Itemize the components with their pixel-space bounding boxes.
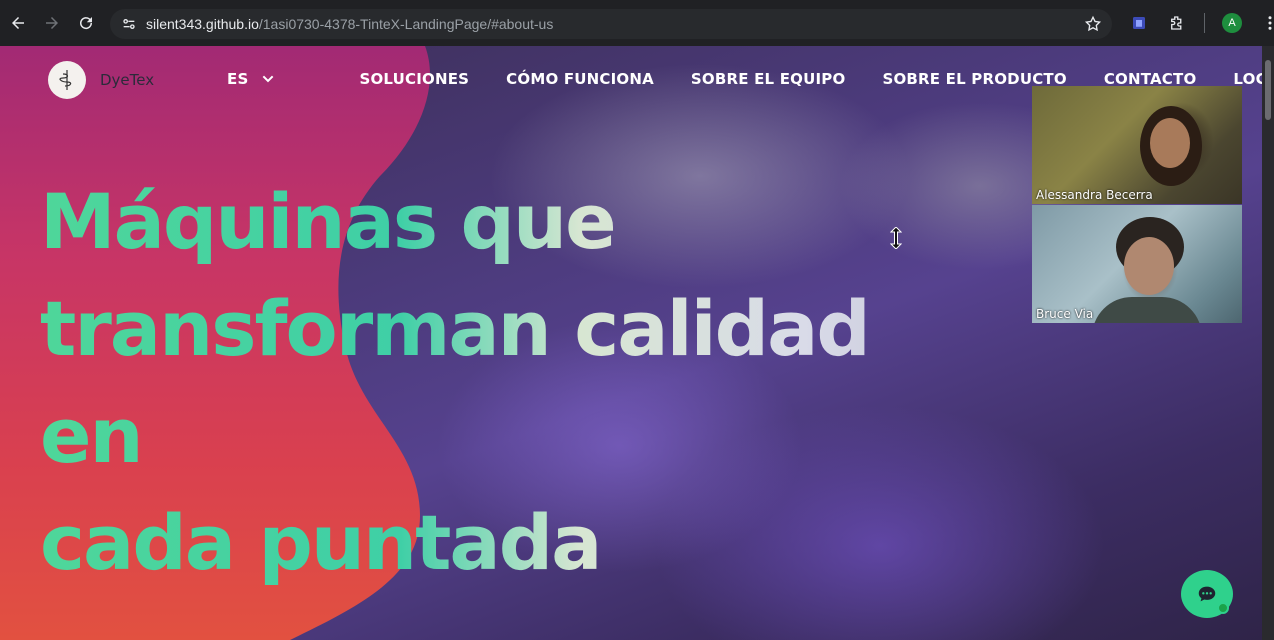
browser-toolbar: silent343.github.io/1asi0730-4378-TinteX…	[0, 0, 1274, 46]
hero-line-1: Máquinas que	[40, 177, 615, 266]
chat-button[interactable]	[1181, 570, 1233, 618]
participant-face	[1124, 237, 1174, 295]
video-tile-participant-2[interactable]: Bruce Via	[1032, 205, 1242, 323]
online-indicator	[1217, 602, 1229, 614]
resize-cursor-icon	[890, 227, 902, 249]
forward-icon[interactable]	[35, 6, 69, 40]
puzzle-icon[interactable]	[1162, 8, 1192, 38]
address-bar[interactable]: silent343.github.io/1asi0730-4378-TinteX…	[110, 9, 1112, 39]
brand-name: DyeTex	[100, 71, 155, 89]
profile-initial: A	[1222, 13, 1242, 33]
scrollbar-thumb[interactable]	[1265, 60, 1271, 120]
url-text: silent343.github.io/1asi0730-4378-TinteX…	[146, 16, 553, 32]
nav-sobre-el-equipo[interactable]: SOBRE EL EQUIPO	[691, 70, 846, 88]
video-tile-participant-1[interactable]: Alessandra Becerra	[1032, 86, 1242, 204]
language-selector[interactable]: ES	[227, 70, 276, 88]
menu-kebab-icon[interactable]	[1255, 8, 1274, 38]
nav-como-funciona[interactable]: CÓMO FUNCIONA	[506, 70, 654, 88]
brand[interactable]: DyeTex	[48, 61, 154, 99]
site-settings-icon[interactable]	[120, 15, 138, 33]
participant-shoulders	[1092, 297, 1202, 323]
toolbar-divider	[1204, 13, 1205, 33]
profile-avatar[interactable]: A	[1217, 8, 1247, 38]
hero-line-2: transforman calidad en	[40, 284, 869, 480]
back-icon[interactable]	[1, 6, 35, 40]
reload-icon[interactable]	[69, 6, 103, 40]
brand-logo-icon	[48, 61, 86, 99]
page-scrollbar[interactable]	[1262, 46, 1274, 640]
language-label: ES	[227, 70, 249, 88]
chat-bubble-icon	[1198, 586, 1216, 602]
hero-headline: Máquinas que transforman calidad en cada…	[40, 168, 940, 596]
hero-line-3: cada puntada	[40, 498, 601, 587]
chevron-down-icon	[263, 75, 274, 83]
url-host: silent343.github.io	[146, 16, 259, 32]
url-path: /1asi0730-4378-TinteX-LandingPage/#about…	[258, 16, 554, 32]
participant-name: Alessandra Becerra	[1036, 188, 1153, 202]
bookmark-star-icon[interactable]	[1084, 15, 1102, 33]
nav-soluciones[interactable]: SOLUCIONES	[359, 70, 469, 88]
participant-name: Bruce Via	[1036, 307, 1094, 321]
extension-icon[interactable]	[1124, 8, 1154, 38]
participant-face	[1150, 118, 1190, 168]
